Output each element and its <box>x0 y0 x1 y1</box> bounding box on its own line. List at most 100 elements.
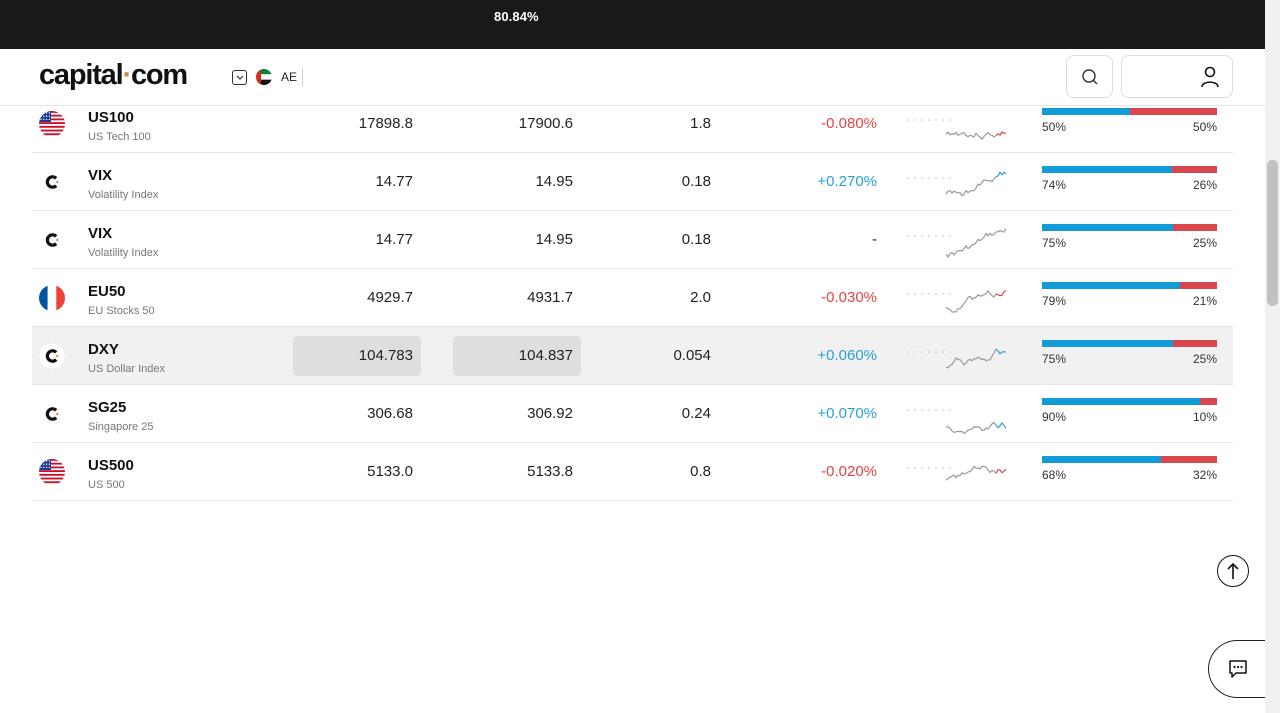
sell-price-button[interactable]: 5133.0 <box>293 452 421 492</box>
divider <box>302 68 303 86</box>
spread-value: 0.18 <box>681 173 711 190</box>
sell-price-button[interactable]: 14.77 <box>293 162 421 202</box>
capital-com-logo[interactable]: capital·com <box>39 59 188 92</box>
buyers-bar <box>1042 108 1130 115</box>
sell-price-button[interactable]: 104.783 <box>293 336 421 376</box>
price-sparkline <box>906 332 1010 385</box>
buyers-bar <box>1042 166 1172 173</box>
account-button[interactable] <box>1121 55 1233 98</box>
market-symbol[interactable]: VIX <box>88 225 112 242</box>
trader-sentiment: 79% 21% <box>1042 282 1217 310</box>
buyers-bar <box>1042 398 1200 405</box>
market-symbol[interactable]: VIX <box>88 167 112 184</box>
trader-sentiment: 90% 10% <box>1042 398 1217 426</box>
table-row[interactable]: US500 US 500 5133.0 5133.8 0.8 -0.020% 68% 32% <box>32 443 1233 501</box>
price-sparkline <box>906 448 1010 501</box>
capital-c-icon <box>39 401 65 427</box>
flag-us-icon <box>39 459 65 485</box>
buyers-percent: 90% <box>1042 410 1067 424</box>
price-sparkline <box>906 100 1010 153</box>
change-value: -0.080% <box>821 115 877 132</box>
sell-price-button[interactable]: 14.77 <box>293 220 421 260</box>
market-symbol[interactable]: EU50 <box>88 283 126 300</box>
trader-sentiment: 75% 25% <box>1042 340 1217 368</box>
buyers-percent: 74% <box>1042 178 1067 192</box>
sell-price-button[interactable]: 4929.7 <box>293 278 421 318</box>
change-value: -0.030% <box>821 289 877 306</box>
sellers-percent: 25% <box>1192 236 1217 250</box>
buyers-bar <box>1042 456 1161 463</box>
spread-value: 0.054 <box>673 347 711 364</box>
chat-button[interactable] <box>1208 640 1268 698</box>
buyers-percent: 79% <box>1042 294 1067 308</box>
trader-sentiment: 68% 32% <box>1042 456 1217 484</box>
scrollbar-thumb[interactable] <box>1267 160 1278 306</box>
buyers-bar <box>1042 282 1181 289</box>
buyers-bar <box>1042 340 1174 347</box>
buy-price-button[interactable]: 5133.8 <box>453 452 581 492</box>
region-dropdown-icon[interactable] <box>232 70 247 85</box>
price-sparkline <box>906 390 1010 443</box>
flag-fr-icon <box>39 285 65 311</box>
buy-price-button[interactable]: 14.95 <box>453 220 581 260</box>
sellers-percent: 32% <box>1192 468 1217 482</box>
buy-price-button[interactable]: 104.837 <box>453 336 581 376</box>
banner-text: 80.84% <box>494 9 539 24</box>
price-sparkline <box>906 158 1010 211</box>
change-value: +0.070% <box>817 405 877 422</box>
sellers-bar <box>1173 224 1217 231</box>
table-row[interactable]: SG25 Singapore 25 306.68 306.92 0.24 +0.070% 9… <box>32 385 1233 443</box>
market-name: Singapore 25 <box>88 421 154 433</box>
market-name: Volatility Index <box>88 247 159 259</box>
trader-sentiment: 74% 26% <box>1042 166 1217 194</box>
table-row[interactable]: VIX Volatility Index 14.77 14.95 0.18 +0.270%… <box>32 153 1233 211</box>
spread-value: 2.0 <box>690 289 711 306</box>
trader-sentiment: 75% 25% <box>1042 224 1217 252</box>
market-symbol[interactable]: US500 <box>88 457 134 474</box>
buy-price-button[interactable]: 4931.7 <box>453 278 581 318</box>
table-row[interactable]: DXY US Dollar Index 104.783 104.837 0.054 +0.… <box>32 327 1233 385</box>
search-icon <box>1082 69 1098 85</box>
spread-value: 0.18 <box>681 231 711 248</box>
market-symbol[interactable]: SG25 <box>88 399 126 416</box>
market-symbol[interactable]: DXY <box>88 341 119 358</box>
search-button[interactable] <box>1066 55 1113 98</box>
change-value: +0.270% <box>817 173 877 190</box>
buyers-percent: 75% <box>1042 352 1067 366</box>
market-name: EU Stocks 50 <box>88 305 155 317</box>
market-symbol[interactable]: US100 <box>88 109 134 126</box>
flag-us-icon <box>39 111 65 137</box>
buyers-percent: 68% <box>1042 468 1067 482</box>
spread-value: 1.8 <box>690 115 711 132</box>
region-code[interactable]: AE <box>281 70 297 84</box>
table-row[interactable]: VIX Volatility Index 14.77 14.95 0.18 - 75% 25% <box>32 211 1233 269</box>
table-row[interactable]: US100 US Tech 100 17898.8 17900.6 1.8 -0.080%… <box>32 95 1233 153</box>
sellers-percent: 50% <box>1192 120 1217 134</box>
sellers-bar <box>1171 166 1217 173</box>
buy-price-button[interactable]: 14.95 <box>453 162 581 202</box>
top-banner: 80.84% <box>0 0 1265 49</box>
vertical-scrollbar[interactable] <box>1265 0 1280 713</box>
arrow-up-icon <box>1227 562 1239 579</box>
buy-price-button[interactable]: 17900.6 <box>453 104 581 144</box>
price-sparkline <box>906 274 1010 327</box>
sellers-percent: 21% <box>1192 294 1217 308</box>
table-row[interactable]: EU50 EU Stocks 50 4929.7 4931.7 2.0 -0.030% 79… <box>32 269 1233 327</box>
sell-price-button[interactable]: 306.68 <box>293 394 421 434</box>
market-name: Volatility Index <box>88 189 159 201</box>
spread-value: 0.8 <box>690 463 711 480</box>
markets-table: US100 US Tech 100 17898.8 17900.6 1.8 -0.080%… <box>32 95 1233 501</box>
scroll-to-top-button[interactable] <box>1217 555 1249 587</box>
flag-ae-icon[interactable] <box>256 69 272 85</box>
sellers-bar <box>1173 340 1217 347</box>
market-name: US 500 <box>88 479 125 491</box>
buyers-bar <box>1042 224 1174 231</box>
market-name: US Dollar Index <box>88 363 166 375</box>
buy-price-button[interactable]: 306.92 <box>453 394 581 434</box>
spread-value: 0.24 <box>681 405 711 422</box>
change-value: - <box>872 231 877 248</box>
capital-c-icon <box>39 169 65 195</box>
chat-icon <box>1229 660 1247 678</box>
sell-price-button[interactable]: 17898.8 <box>293 104 421 144</box>
trader-sentiment: 50% 50% <box>1042 108 1217 136</box>
